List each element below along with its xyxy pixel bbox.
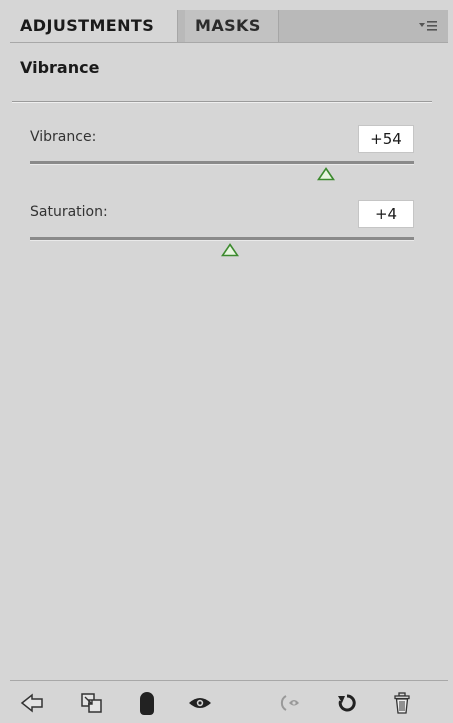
saturation-slider-track[interactable]: [30, 237, 414, 241]
divider: [12, 101, 432, 103]
adjustments-panel: ADJUSTMENTS MASKS Vibrance Vibrance: +54…: [0, 0, 453, 722]
vibrance-label: Vibrance:: [30, 129, 97, 145]
tab-adjustments[interactable]: ADJUSTMENTS: [10, 10, 178, 42]
clip-to-layer-icon[interactable]: [80, 691, 104, 715]
saturation-value-field[interactable]: +4: [358, 200, 414, 228]
panel-menu-icon[interactable]: [418, 18, 438, 34]
vibrance-value-field[interactable]: +54: [358, 125, 414, 153]
saturation-slider-thumb[interactable]: [220, 242, 239, 257]
tab-bar: ADJUSTMENTS MASKS: [10, 10, 448, 43]
eye-visibility-icon[interactable]: [188, 691, 212, 715]
previous-state-icon[interactable]: [280, 691, 304, 715]
reset-icon[interactable]: [335, 691, 359, 715]
saturation-label: Saturation:: [30, 204, 108, 220]
back-arrow-icon[interactable]: [20, 691, 44, 715]
adjustment-title: Vibrance: [20, 58, 100, 77]
mask-icon[interactable]: [135, 691, 159, 715]
tab-masks[interactable]: MASKS: [185, 10, 279, 42]
vibrance-slider-track[interactable]: [30, 161, 414, 165]
vibrance-slider-thumb[interactable]: [316, 166, 335, 181]
bottom-toolbar: [10, 680, 448, 723]
trash-icon[interactable]: [390, 691, 414, 715]
